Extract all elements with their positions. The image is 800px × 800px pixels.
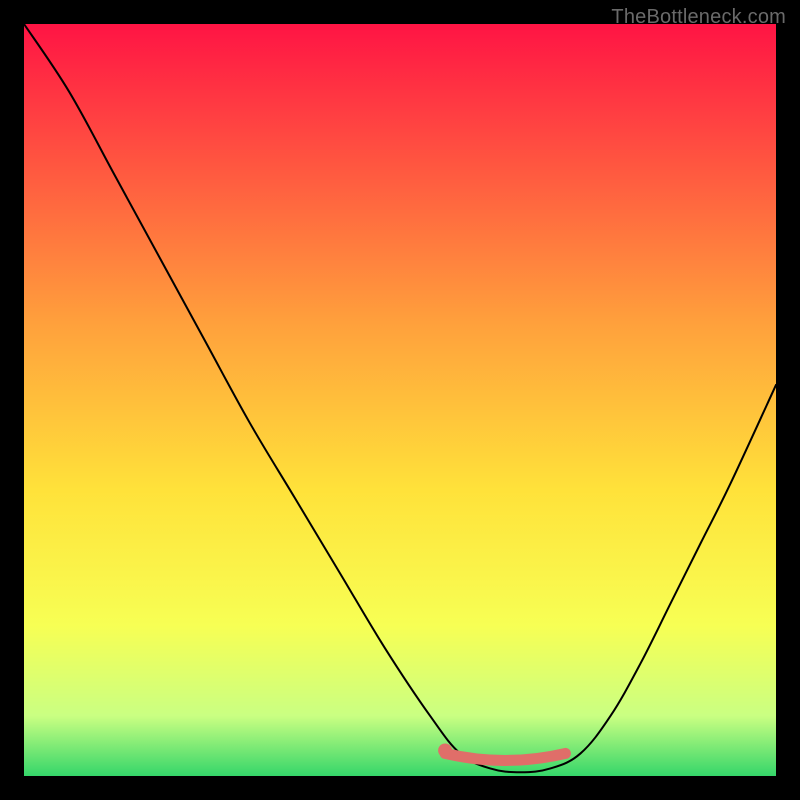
chart-stage: TheBottleneck.com bbox=[0, 0, 800, 800]
gradient-background bbox=[24, 24, 776, 776]
highlight-dot bbox=[438, 743, 452, 757]
watermark-text: TheBottleneck.com bbox=[611, 6, 786, 29]
chart-svg bbox=[24, 24, 776, 776]
plot-area bbox=[24, 24, 776, 776]
